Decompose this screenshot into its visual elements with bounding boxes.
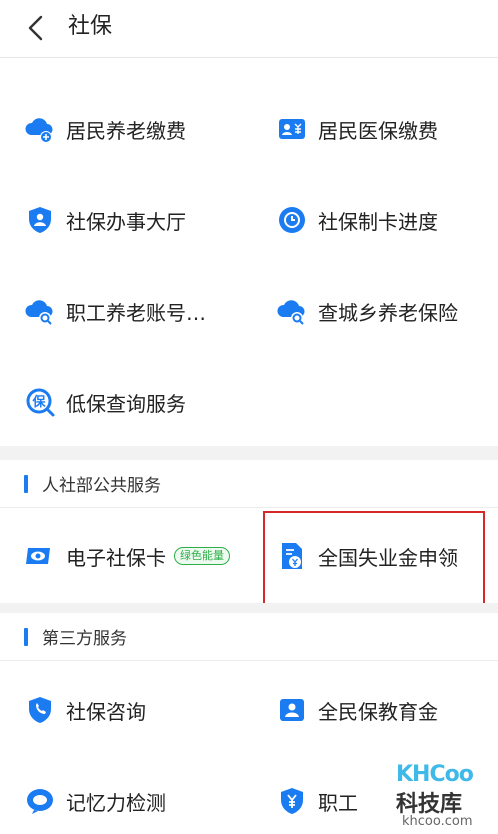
grid-item-label: 全民保教育金 (318, 699, 438, 724)
yuan-shield-icon (281, 788, 303, 814)
grid-item-label: 居民养老缴费 (66, 118, 186, 143)
eye-card-icon (26, 548, 50, 564)
section-accent-bar (24, 474, 28, 493)
grid-item-education-fund[interactable]: 全民保教育金 (276, 685, 438, 735)
section-accent-bar (24, 627, 28, 646)
grid-item-rural-pension[interactable]: 查城乡养老保险 (276, 286, 458, 336)
grid-item-label: 居民医保缴费 (318, 118, 438, 143)
grid-item-label: 职工 (318, 790, 358, 815)
section-divider (0, 603, 498, 613)
grid-item-minimum-security[interactable]: 保 低保查询服务 (24, 377, 186, 427)
cloud-plus-icon (25, 118, 53, 143)
top-bar: 社保 (0, 0, 498, 58)
shield-person-icon (29, 207, 51, 233)
shield-phone-icon (29, 697, 51, 723)
green-energy-badge: 绿色能量 (174, 547, 230, 565)
grid-item-label: 低保查询服务 (66, 391, 186, 416)
id-card-yuan-icon (279, 119, 305, 139)
back-arrow-icon[interactable] (22, 13, 52, 43)
section-divider (0, 446, 498, 460)
grid-item-e-social-card[interactable]: 电子社保卡 绿色能量 (24, 531, 230, 581)
khcoo-watermark: KHCoo 科技库 khcoo.com (396, 762, 492, 832)
grid-item-label: 社保制卡进度 (318, 209, 438, 234)
grid-item-label: 职工养老账号… (66, 300, 206, 325)
clock-progress-icon (279, 207, 305, 233)
grid-item-label: 社保办事大厅 (66, 209, 186, 234)
page-title: 社保 (68, 14, 113, 39)
section-header-mohrss: 人社部公共服务 (0, 460, 498, 508)
grid-item-social-security-consult[interactable]: 社保咨询 (24, 685, 146, 735)
grid-item-employee-service[interactable]: 职工 (276, 776, 358, 826)
person-card-icon (280, 699, 304, 721)
watermark-url: khcoo.com (402, 814, 473, 829)
grid-item-resident-medical[interactable]: 居民医保缴费 (276, 104, 438, 154)
svg-text:保: 保 (31, 394, 46, 410)
grid-item-label: 电子社保卡 (66, 545, 166, 570)
cloud-search-icon (277, 300, 305, 325)
brain-icon (27, 789, 53, 814)
grid-item-social-security-hall[interactable]: 社保办事大厅 (24, 195, 186, 245)
section-header-third-party: 第三方服务 (0, 613, 498, 661)
grid-item-resident-pension[interactable]: 居民养老缴费 (24, 104, 186, 154)
cloud-search-icon (25, 300, 53, 325)
grid-item-label: 查城乡养老保险 (318, 300, 458, 325)
grid-item-label: 记忆力检测 (66, 790, 166, 815)
watermark-brand: KHCoo (396, 762, 474, 787)
section-title: 人社部公共服务 (42, 476, 161, 496)
bao-search-icon: 保 (26, 388, 55, 417)
grid-item-memory-test[interactable]: 记忆力检测 (24, 776, 166, 826)
grid-item-employee-pension-account[interactable]: 职工养老账号… (24, 286, 206, 336)
grid-item-card-progress[interactable]: 社保制卡进度 (276, 195, 438, 245)
section-title: 第三方服务 (42, 629, 127, 649)
grid-item-label: 社保咨询 (66, 699, 146, 724)
highlight-box (263, 511, 485, 605)
